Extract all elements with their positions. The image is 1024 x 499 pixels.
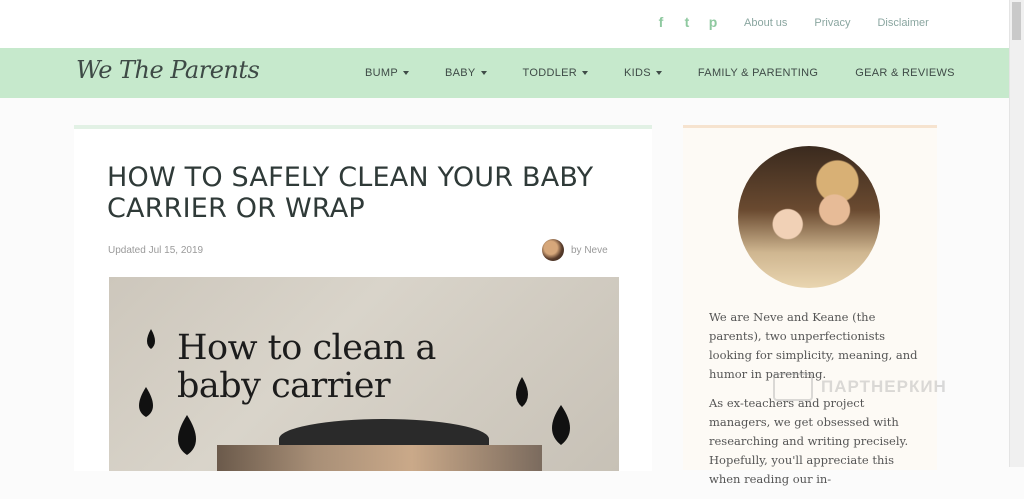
nav-item-toddler[interactable]: TODDLER (522, 67, 589, 79)
privacy-link[interactable]: Privacy (814, 17, 850, 29)
drop-icon (552, 405, 570, 445)
nav-item-label: KIDS (624, 67, 651, 79)
chevron-down-icon (655, 71, 662, 75)
watermark-text: ПАРТНЕРКИН (821, 377, 947, 396)
chevron-down-icon (402, 71, 409, 75)
article-title: HOW TO SAFELY CLEAN YOUR BABY CARRIER OR… (107, 162, 594, 224)
photo-strip (217, 445, 542, 471)
author-byline[interactable]: by Neve (542, 239, 608, 261)
hero-line-2: baby carrier (177, 366, 391, 406)
disclaimer-link[interactable]: Disclaimer (877, 17, 928, 29)
nav-item-label: GEAR & REVIEWS (855, 67, 955, 79)
about-us-link[interactable]: About us (744, 17, 787, 29)
facebook-icon[interactable]: f (655, 14, 667, 30)
nav-item-label: FAMILY & PARENTING (697, 67, 819, 79)
article-card: HOW TO SAFELY CLEAN YOUR BABY CARRIER OR… (74, 125, 652, 471)
chevron-down-icon (582, 71, 589, 75)
watermark: ПАРТНЕРКИН (773, 373, 947, 401)
about-bio: We are Neve and Keane (the parents), two… (709, 308, 924, 499)
author-name: by Neve (571, 244, 608, 256)
nav-item-label: BUMP (365, 67, 398, 79)
bio-paragraph-2: As ex-teachers and project managers, we … (709, 396, 909, 486)
nav-item-baby[interactable]: BABY (445, 67, 487, 79)
social-links: f t p (655, 14, 719, 30)
scrollbar[interactable] (1009, 0, 1024, 467)
nav-menu: BUMP BABY TODDLER KIDS FAMILY & PARENTIN… (365, 67, 955, 79)
hero-headline: How to clean a baby carrier (177, 329, 436, 405)
top-bar: f t p About us Privacy Disclaimer (0, 0, 1010, 48)
avatar (542, 239, 564, 261)
drop-icon (178, 415, 196, 455)
watermark-logo-icon (773, 373, 813, 401)
chevron-down-icon (480, 71, 487, 75)
sidebar: We are Neve and Keane (the parents), two… (683, 125, 937, 486)
top-links: About us Privacy Disclaimer (744, 17, 929, 29)
pinterest-icon[interactable]: p (707, 14, 719, 30)
scrollbar-thumb[interactable] (1012, 2, 1021, 40)
hero-image: How to clean a baby carrier (109, 277, 619, 471)
nav-item-kids[interactable]: KIDS (624, 67, 662, 79)
updated-date: Updated Jul 15, 2019 (108, 245, 204, 256)
profile-photo (738, 146, 880, 288)
nav-item-gear-reviews[interactable]: GEAR & REVIEWS (855, 67, 955, 79)
drop-icon (516, 377, 528, 407)
nav-item-label: TODDLER (522, 67, 578, 79)
nav-item-label: BABY (444, 67, 476, 79)
main-nav: We The Parents BUMP BABY TODDLER KIDS FA… (0, 48, 1010, 98)
nav-item-family-parenting[interactable]: FAMILY & PARENTING (698, 67, 818, 79)
site-logo[interactable]: We The Parents (76, 56, 260, 84)
twitter-icon[interactable]: t (681, 14, 693, 30)
nav-item-bump[interactable]: BUMP (365, 67, 409, 79)
drop-icon (147, 329, 155, 349)
hero-line-1: How to clean a (177, 328, 436, 368)
drop-icon (139, 387, 153, 417)
